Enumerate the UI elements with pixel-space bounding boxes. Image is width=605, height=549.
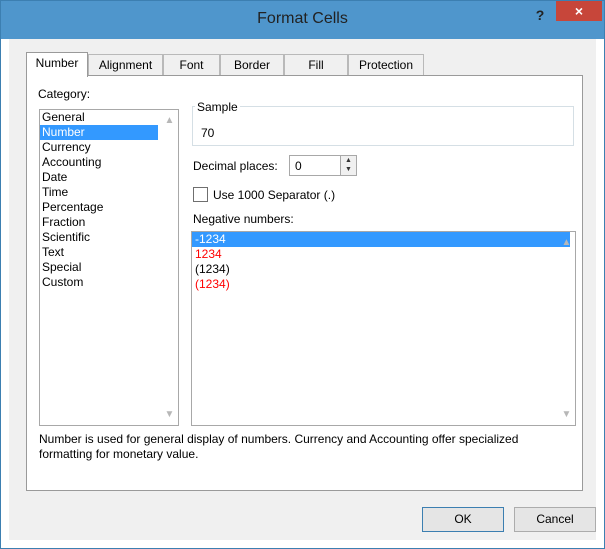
- tab-protection[interactable]: Protection: [348, 54, 424, 76]
- spin-buttons[interactable]: ▲ ▼: [340, 156, 356, 175]
- close-button[interactable]: ×: [556, 1, 602, 21]
- negative-numbers-scrollbar[interactable]: ▲ ▼: [558, 232, 575, 425]
- sample-value: 70: [201, 126, 215, 140]
- negative-format-item[interactable]: -1234: [192, 232, 570, 247]
- category-item-custom[interactable]: Custom: [40, 275, 158, 290]
- category-item-percentage[interactable]: Percentage: [40, 200, 158, 215]
- category-item-currency[interactable]: Currency: [40, 140, 158, 155]
- title-bar[interactable]: Format Cells ? ×: [1, 1, 604, 39]
- help-button[interactable]: ?: [529, 5, 551, 25]
- scroll-down-icon[interactable]: ▼: [161, 406, 178, 423]
- negative-format-item[interactable]: (1234): [192, 262, 570, 277]
- tab-font[interactable]: Font: [163, 54, 220, 76]
- category-item-special[interactable]: Special: [40, 260, 158, 275]
- negative-format-item[interactable]: (1234): [192, 277, 570, 292]
- format-cells-dialog: Format Cells ? × Number Alignment Font B…: [0, 0, 605, 549]
- category-item-number[interactable]: Number: [40, 125, 158, 140]
- tab-number[interactable]: Number: [26, 52, 88, 77]
- thousands-separator-label[interactable]: Use 1000 Separator (.): [213, 188, 335, 202]
- category-label: Category:: [38, 87, 91, 101]
- category-item-general[interactable]: General: [40, 110, 158, 125]
- tab-fill[interactable]: Fill: [284, 54, 348, 76]
- negative-format-item[interactable]: 1234: [192, 247, 570, 262]
- tab-alignment[interactable]: Alignment: [88, 54, 163, 76]
- category-list[interactable]: General Number Currency Accounting Date …: [39, 109, 179, 426]
- sample-legend: Sample: [195, 100, 240, 114]
- category-item-date[interactable]: Date: [40, 170, 158, 185]
- negative-numbers-list[interactable]: -1234 1234 (1234) (1234) ▲ ▼: [191, 231, 576, 426]
- category-item-time[interactable]: Time: [40, 185, 158, 200]
- category-item-scientific[interactable]: Scientific: [40, 230, 158, 245]
- sample-group: 70: [192, 106, 574, 146]
- scroll-up-icon[interactable]: ▲: [558, 234, 575, 251]
- category-description: Number is used for general display of nu…: [39, 432, 519, 461]
- tab-border[interactable]: Border: [220, 54, 284, 76]
- negative-numbers-label: Negative numbers:: [193, 212, 294, 226]
- category-scrollbar[interactable]: ▲ ▼: [161, 110, 178, 425]
- ok-button[interactable]: OK: [422, 507, 504, 532]
- thousands-separator-checkbox[interactable]: [193, 187, 208, 202]
- dialog-title: Format Cells: [257, 10, 348, 27]
- decimal-places-spinner[interactable]: 0 ▲ ▼: [289, 155, 357, 176]
- scroll-up-icon[interactable]: ▲: [161, 112, 178, 129]
- category-item-accounting[interactable]: Accounting: [40, 155, 158, 170]
- dialog-body: Number Alignment Font Border Fill Protec…: [9, 39, 596, 540]
- cancel-button[interactable]: Cancel: [514, 507, 596, 532]
- decimal-places-label: Decimal places:: [193, 159, 278, 173]
- category-item-fraction[interactable]: Fraction: [40, 215, 158, 230]
- number-tab-panel: Category: General Number Currency Accoun…: [26, 75, 583, 491]
- spin-up-icon[interactable]: ▲: [341, 156, 356, 165]
- decimal-places-value[interactable]: 0: [295, 159, 302, 173]
- scroll-down-icon[interactable]: ▼: [558, 406, 575, 423]
- spin-down-icon[interactable]: ▼: [341, 165, 356, 174]
- category-item-text[interactable]: Text: [40, 245, 158, 260]
